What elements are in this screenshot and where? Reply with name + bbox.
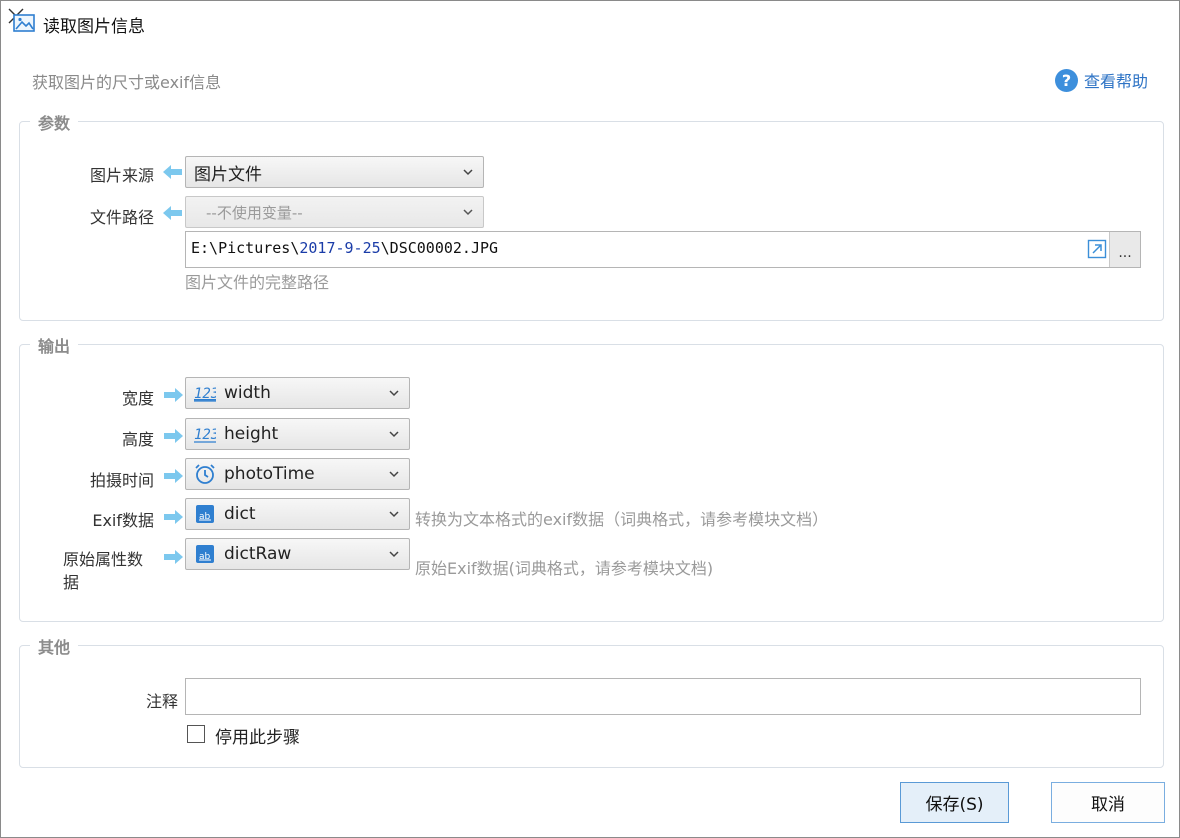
left-arrow-icon <box>163 206 182 220</box>
photo-time-variable-select[interactable]: photoTime <box>185 458 410 490</box>
path-suffix: \DSC00002.JPG <box>380 239 499 257</box>
file-path-input[interactable]: E:\Pictures\2017-9-25\DSC00002.JPG <box>185 231 1141 268</box>
dict-icon: ab <box>194 543 216 565</box>
path-label: 文件路径 <box>89 208 154 227</box>
chevron-down-icon <box>463 209 473 216</box>
path-date: 2017-9-25 <box>299 239 381 257</box>
width-variable-select[interactable]: 123 width <box>185 377 410 409</box>
height-variable-select[interactable]: 123 height <box>185 418 410 450</box>
exif-data-variable-select[interactable]: ab dict <box>185 498 410 530</box>
source-select[interactable]: 图片文件 <box>185 156 484 188</box>
left-arrow-icon <box>163 165 182 179</box>
browse-button[interactable]: ... <box>1109 232 1140 267</box>
params-group-title: 参数 <box>30 110 79 134</box>
raw-data-variable-select[interactable]: ab dictRaw <box>185 538 410 570</box>
svg-text:123: 123 <box>194 427 216 443</box>
chevron-down-icon <box>389 431 399 438</box>
dialog-subtitle: 获取图片的尺寸或exif信息 <box>32 73 222 92</box>
open-external-icon[interactable] <box>1087 239 1107 259</box>
path-prefix: E:\Pictures\ <box>191 239 300 257</box>
width-variable-value: width <box>224 383 271 403</box>
chevron-down-icon <box>389 551 399 558</box>
exif-data-hint: 转换为文本格式的exif数据（词典格式，请参考模块文档） <box>415 510 829 529</box>
photo-time-variable-value: photoTime <box>224 464 315 484</box>
raw-data-variable-value: dictRaw <box>224 544 292 564</box>
right-arrow-icon <box>164 550 183 564</box>
dict-icon: ab <box>194 503 216 525</box>
raw-data-label: 原始属性数据 <box>63 550 144 592</box>
right-arrow-icon <box>164 510 183 524</box>
chevron-down-icon <box>389 390 399 397</box>
path-variable-select[interactable]: --不使用变量-- <box>185 196 484 228</box>
chevron-down-icon <box>463 169 473 176</box>
comment-label: 注释 <box>145 692 178 711</box>
number-icon: 123 <box>194 423 216 445</box>
photo-time-label: 拍摄时间 <box>89 471 154 490</box>
path-variable-value: --不使用变量-- <box>206 203 303 222</box>
path-hint: 图片文件的完整路径 <box>185 273 330 292</box>
right-arrow-icon <box>164 429 183 443</box>
chevron-down-icon <box>389 471 399 478</box>
image-icon <box>13 14 35 32</box>
output-group-title: 输出 <box>30 333 79 357</box>
other-group-title: 其他 <box>30 634 79 658</box>
number-icon: 123 <box>194 382 216 404</box>
comment-input[interactable] <box>185 678 1141 715</box>
disable-step-checkbox[interactable] <box>187 725 205 743</box>
source-label: 图片来源 <box>89 166 154 185</box>
alarm-clock-icon <box>194 463 216 485</box>
question-icon: ? <box>1055 68 1078 92</box>
disable-step-label[interactable]: 停用此步骤 <box>215 723 300 748</box>
exif-data-variable-value: dict <box>224 504 256 524</box>
svg-text:123: 123 <box>194 386 216 402</box>
width-label: 宽度 <box>121 389 154 408</box>
chevron-down-icon <box>389 511 399 518</box>
dialog-window: 读取图片信息 获取图片的尺寸或exif信息 ? 查看帮助 参数 图片来源 图片文… <box>0 0 1180 838</box>
right-arrow-icon <box>164 388 183 402</box>
help-link-label: 查看帮助 <box>1084 72 1149 91</box>
raw-data-hint: 原始Exif数据(词典格式，请参考模块文档) <box>415 559 714 578</box>
height-variable-value: height <box>224 424 279 444</box>
exif-data-label: Exif数据 <box>92 511 154 530</box>
height-label: 高度 <box>121 430 154 449</box>
window-title: 读取图片信息 <box>43 17 145 37</box>
source-select-value: 图片文件 <box>194 164 262 185</box>
right-arrow-icon <box>164 469 183 483</box>
help-link[interactable]: ? 查看帮助 <box>1055 68 1148 92</box>
cancel-button[interactable]: 取消 <box>1051 782 1165 823</box>
save-button[interactable]: 保存(S) <box>900 782 1009 823</box>
